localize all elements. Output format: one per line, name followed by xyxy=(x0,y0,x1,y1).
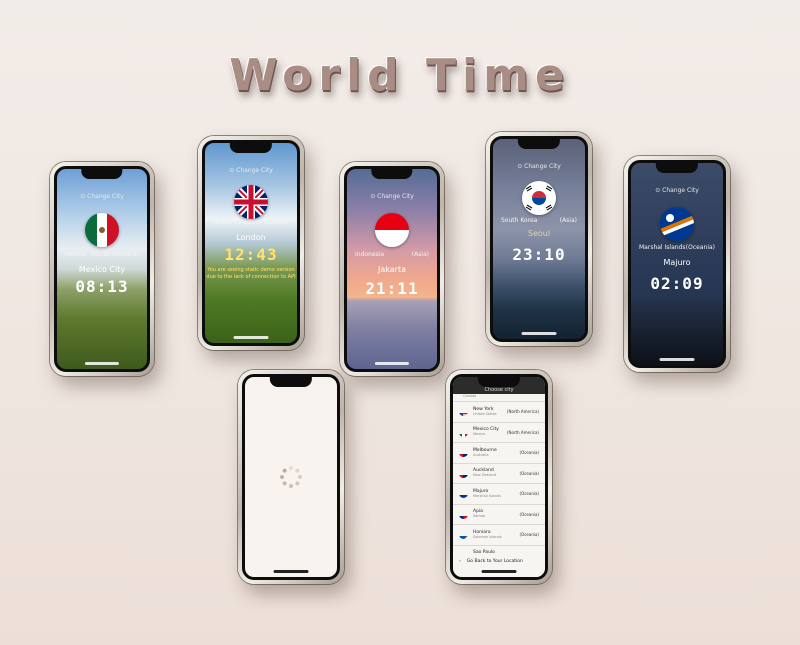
clock-time: 02:09 xyxy=(650,274,704,294)
country-label: South Korea xyxy=(501,217,538,224)
clock-time: 21:11 xyxy=(365,279,419,298)
south-korea-flag-icon xyxy=(522,181,556,215)
country-label: United Kingdom xyxy=(213,219,262,226)
solomon-islands-flag-icon xyxy=(459,530,468,540)
change-city-link[interactable]: ⊙ Change City xyxy=(347,193,437,200)
phone-indonesia: ⊙ Change City Indonesia (Asia) Jakarta 21… xyxy=(340,162,444,376)
list-item[interactable]: Mexico City Mexico (North America) xyxy=(453,423,545,443)
page-title: World Time xyxy=(229,50,571,101)
country-label: Marshal Islands xyxy=(639,243,686,251)
country-label: Indonesia xyxy=(355,251,385,258)
region-label: (North America) xyxy=(90,251,139,258)
phone-marshall: ⊙ Change City Marshal Islands (Oceania) M… xyxy=(624,156,730,372)
phone-city-list: Choose city Canada New York United States… xyxy=(446,370,552,584)
marshall-islands-flag-icon xyxy=(660,207,694,242)
marshall-islands-flag-icon xyxy=(459,489,468,499)
region-label: (Asia) xyxy=(559,217,577,224)
phone-uk: ⊙ Change City United Kingdom (Europe) Lon… xyxy=(198,136,304,350)
city-label: Majuro xyxy=(663,257,691,267)
list-item[interactable]: Majuro Marshall Islands (Oceania) xyxy=(453,484,545,505)
change-city-link[interactable]: ⊙ Change City xyxy=(205,167,297,174)
city-label: Seoul xyxy=(527,229,551,238)
phone-loading xyxy=(238,370,344,584)
region-label: (Oceania) xyxy=(685,243,715,251)
uk-flag-icon xyxy=(234,185,268,219)
city-label: Mexico City xyxy=(78,265,126,274)
mexico-flag-icon xyxy=(459,428,468,437)
chevron-left-icon: ‹ xyxy=(459,558,461,564)
clock-time: 12:43 xyxy=(224,245,278,264)
usa-flag-icon xyxy=(459,407,468,417)
list-item[interactable]: Melbourne Australia (Oceania) xyxy=(453,443,545,464)
phone-mexico: ⊙ Change City Mexico (North America) Mexi… xyxy=(50,162,154,376)
loading-spinner-icon xyxy=(280,466,302,488)
list-item[interactable]: New York United States (North America) xyxy=(453,402,545,423)
region-label: (Asia) xyxy=(411,251,429,258)
australia-flag-icon xyxy=(459,448,468,458)
go-back-button[interactable]: ‹ Go Back to Your Location xyxy=(453,553,545,569)
mexico-flag-icon xyxy=(85,213,119,247)
city-label: London xyxy=(236,233,266,242)
demo-notice: You are seeing static demo version due to… xyxy=(206,267,296,280)
city-list: Canada New York United States (North Amer… xyxy=(453,394,545,577)
change-city-link[interactable]: ⊙ Change City xyxy=(631,187,723,194)
region-label: (Europe) xyxy=(263,219,289,226)
samoa-flag-icon xyxy=(459,510,468,519)
clock-time: 23:10 xyxy=(512,245,566,264)
clock-time: 08:13 xyxy=(75,277,129,296)
list-item[interactable]: Apia Samoa (Oceania) xyxy=(453,505,545,525)
change-city-link[interactable]: ⊙ Change City xyxy=(57,193,147,200)
list-item[interactable]: Honiara Solomon Islands (Oceania) xyxy=(453,525,545,546)
indonesia-flag-icon xyxy=(375,213,409,247)
city-label: Jakarta xyxy=(378,265,406,274)
country-label: Mexico xyxy=(65,251,86,258)
new-zealand-flag-icon xyxy=(459,469,468,478)
list-item-partial: Canada xyxy=(453,394,545,402)
list-item[interactable]: Auckland New Zealand (Oceania) xyxy=(453,464,545,484)
phone-korea: ⊙ Change City South Korea (Asia) Seoul 23… xyxy=(486,132,592,346)
change-city-link[interactable]: ⊙ Change City xyxy=(493,163,585,170)
